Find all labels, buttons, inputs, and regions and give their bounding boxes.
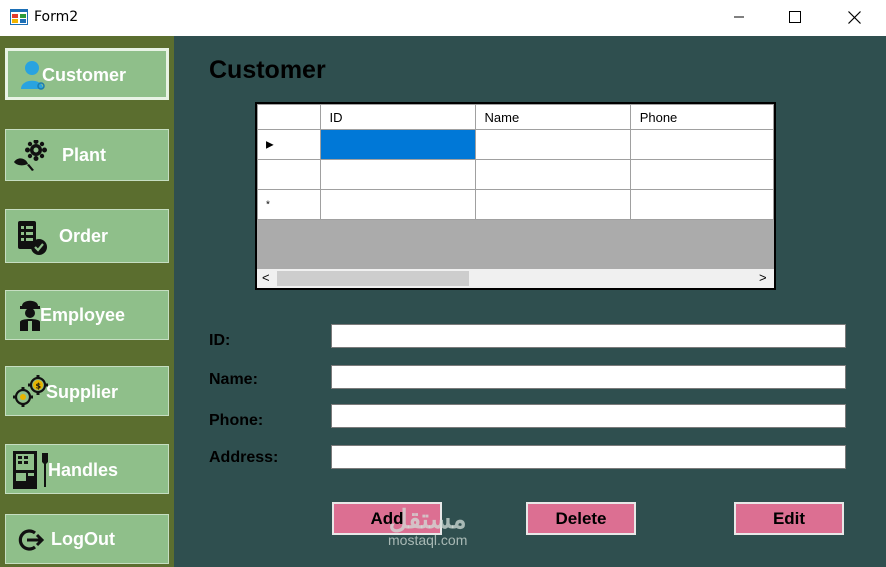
minimize-icon [734,16,744,18]
sidebar-item-label: Supplier [46,382,119,402]
svg-text:$: $ [36,382,42,391]
table-row[interactable]: ▶ [257,129,775,160]
name-field[interactable] [331,365,846,389]
sidebar-item-handles[interactable]: Handles [5,444,169,494]
grid-cell[interactable] [319,129,476,160]
watermark-latin: mostaql.com [388,532,468,548]
delete-button[interactable]: Delete [526,502,636,535]
close-button[interactable] [831,0,877,34]
column-header-id[interactable]: ID [319,104,476,130]
grid-cell[interactable] [474,189,631,220]
sidebar-item-label: LogOut [51,529,115,549]
customer-grid[interactable]: ID Name Phone ▶ * < > [255,102,776,290]
sidebar-item-label: Employee [40,305,126,325]
address-field[interactable] [331,445,846,469]
table-row[interactable] [257,159,775,190]
phone-field[interactable] [331,404,846,428]
vending-machine-icon [13,451,48,489]
grid-cell[interactable] [629,159,775,190]
grid-cell[interactable] [319,189,476,220]
page-title: Customer [209,56,326,84]
main-panel: Customer ID Name Phone ▶ * < > ID: Name:… [174,36,886,567]
name-label: Name: [209,371,258,388]
address-label: Address: [209,449,279,466]
grid-cell[interactable] [629,129,775,160]
sidebar-item-label: Plant [62,145,107,165]
id-field[interactable] [331,324,846,348]
sidebar: Customer Plant Order Employee $ Supplier… [0,36,174,567]
sidebar-item-customer[interactable]: Customer [5,48,169,100]
title-bar: Form2 [0,0,886,36]
sidebar-item-label: Customer [42,65,127,85]
scrollbar-thumb[interactable] [277,271,469,286]
edit-button[interactable]: Edit [734,502,844,535]
sidebar-item-supplier[interactable]: $ Supplier [5,366,169,416]
sidebar-item-employee[interactable]: Employee [5,290,169,340]
checklist-icon [18,221,47,255]
horizontal-scrollbar[interactable]: < > [257,269,774,288]
row-header[interactable]: * [257,189,321,220]
phone-label: Phone: [209,412,264,429]
grid-cell[interactable] [474,129,631,160]
logout-icon [18,529,44,551]
maximize-button[interactable] [772,0,818,34]
sidebar-item-plant[interactable]: Plant [5,129,169,181]
grid-cell[interactable] [474,159,631,190]
grid-cell[interactable] [319,159,476,190]
sidebar-item-label: Order [59,226,109,246]
worker-icon [20,300,40,331]
app-icon [10,9,28,25]
grid-cell[interactable] [629,189,775,220]
row-header[interactable] [257,159,321,190]
column-header-name[interactable]: Name [474,104,631,130]
grid-corner-cell [257,104,321,130]
new-row-asterisk-icon: * [266,199,270,210]
minimize-button[interactable] [716,0,762,34]
sidebar-item-logout[interactable]: LogOut [5,514,169,564]
scroll-right-arrow-icon[interactable]: > [759,270,767,285]
flower-gear-icon [14,140,47,171]
grid-header-row: ID Name Phone [257,104,775,130]
sidebar-item-order[interactable]: Order [5,209,169,263]
current-row-arrow-icon: ▶ [266,139,274,150]
window-title: Form2 [34,9,79,25]
column-header-phone[interactable]: Phone [629,104,775,130]
close-icon [847,10,861,24]
scroll-left-arrow-icon[interactable]: < [262,270,270,285]
table-row-new[interactable]: * [257,189,775,220]
id-label: ID: [209,332,231,349]
gears-money-icon: $ [13,375,48,407]
watermark-arabic: مستقل [388,504,467,534]
maximize-icon [789,11,801,23]
row-header[interactable]: ▶ [257,129,321,160]
watermark: مستقل mostaql.com [388,506,467,548]
sidebar-item-label: Handles [48,460,119,480]
